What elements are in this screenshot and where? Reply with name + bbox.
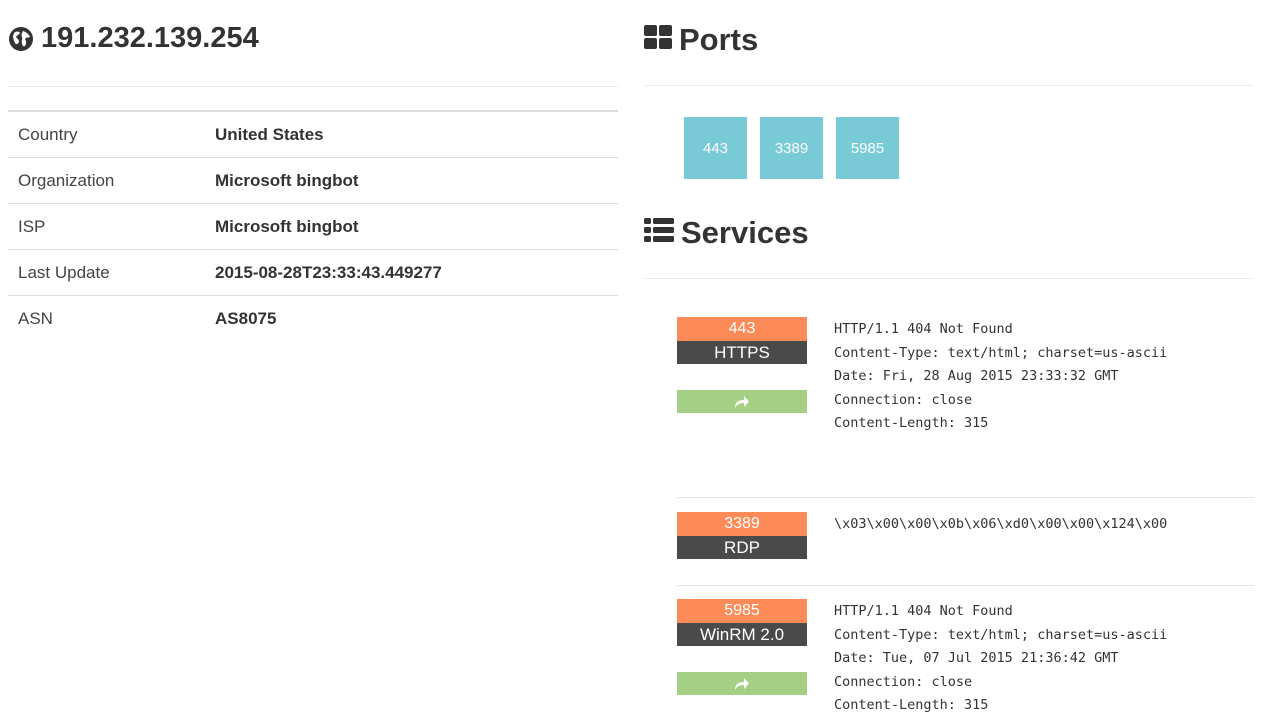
services-heading: Services xyxy=(643,215,809,251)
divider xyxy=(8,86,618,87)
service-banner: HTTP/1.1 404 Not Found Content-Type: tex… xyxy=(834,321,1168,431)
table-row: Organization Microsoft bingbot xyxy=(8,157,618,204)
info-label: ASN xyxy=(18,308,53,328)
share-arrow-icon xyxy=(735,395,749,408)
info-label: Last Update xyxy=(18,262,110,282)
info-label: ISP xyxy=(18,216,46,236)
service-name: WinRM 2.0 xyxy=(677,623,807,646)
list-icon xyxy=(643,215,675,251)
service-port: 443 xyxy=(677,317,807,341)
grid-icon xyxy=(643,22,673,58)
ip-address: 191.232.139.254 xyxy=(41,22,259,54)
table-row: Last Update 2015-08-28T23:33:43.449277 xyxy=(8,249,618,296)
service-details-button[interactable] xyxy=(677,672,807,695)
service-badge: 3389 RDP xyxy=(677,512,807,559)
ports-heading: Ports xyxy=(643,22,758,58)
port-tile-443[interactable]: 443 xyxy=(684,117,747,179)
service-banner: \x03\x00\x00\x0b\x06\xd0\x00\x00\x124\x0… xyxy=(834,516,1168,532)
service-badge: 5985 WinRM 2.0 xyxy=(677,599,807,646)
info-value: Microsoft bingbot xyxy=(215,170,359,190)
divider xyxy=(677,497,1254,498)
services-title: Services xyxy=(681,215,809,250)
share-arrow-icon xyxy=(735,677,749,690)
info-value: Microsoft bingbot xyxy=(215,216,359,236)
divider xyxy=(677,585,1254,586)
service-details-button[interactable] xyxy=(677,390,807,413)
info-label: Organization xyxy=(18,170,115,190)
ports-title: Ports xyxy=(679,22,759,57)
service-badge: 443 HTTPS xyxy=(677,317,807,364)
table-row: ASN AS8075 xyxy=(8,295,618,342)
info-value: United States xyxy=(215,124,324,144)
port-tile-5985[interactable]: 5985 xyxy=(836,117,899,179)
host-info-table: Country United States Organization Micro… xyxy=(8,110,618,341)
info-value: AS8075 xyxy=(215,308,277,328)
port-tile-3389[interactable]: 3389 xyxy=(760,117,823,179)
service-name: RDP xyxy=(677,536,807,559)
service-name: HTTPS xyxy=(677,341,807,364)
table-row: Country United States xyxy=(8,111,618,158)
table-row: ISP Microsoft bingbot xyxy=(8,203,618,250)
port-list: 443 3389 5985 xyxy=(684,117,899,179)
divider xyxy=(643,85,1254,86)
host-title: 191.232.139.254 xyxy=(8,22,259,55)
divider xyxy=(643,278,1254,279)
globe-icon xyxy=(8,26,34,52)
service-port: 5985 xyxy=(677,599,807,623)
info-label: Country xyxy=(18,124,78,144)
service-banner: HTTP/1.1 404 Not Found Content-Type: tex… xyxy=(834,603,1168,713)
info-value: 2015-08-28T23:33:43.449277 xyxy=(215,262,442,282)
service-port: 3389 xyxy=(677,512,807,536)
